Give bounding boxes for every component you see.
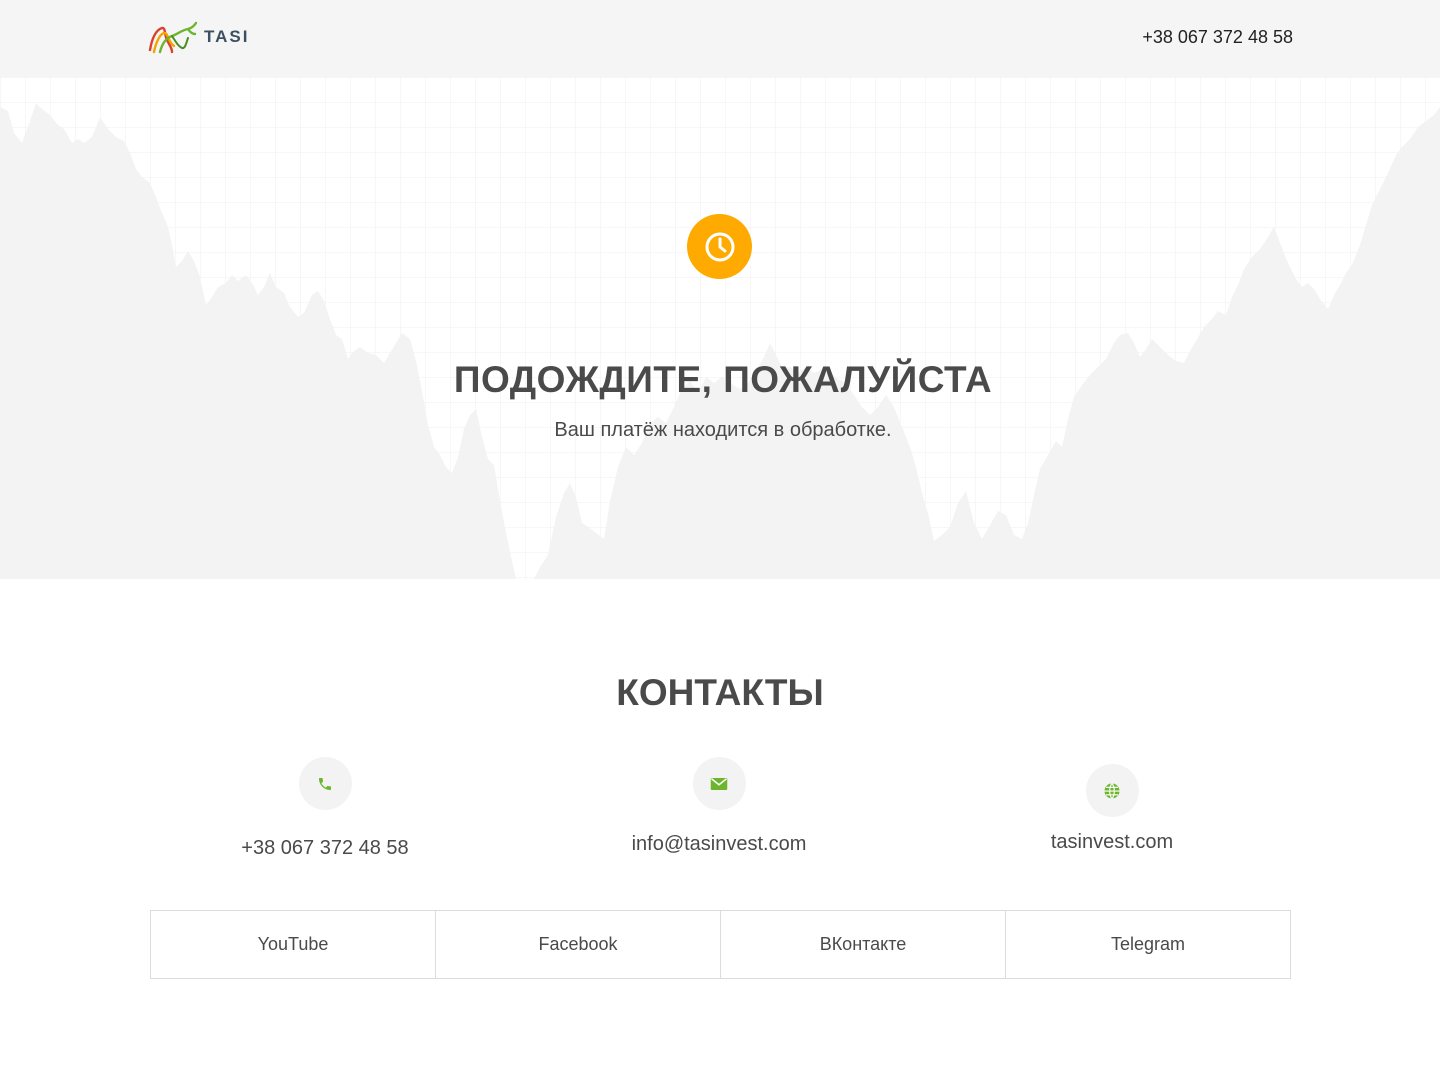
status-hero: ПОДОЖДИТЕ, ПОЖАЛУЙСТА Ваш платёж находит…	[0, 77, 1440, 579]
social-youtube-link[interactable]: YouTube	[151, 911, 436, 978]
contacts-heading: КОНТАКТЫ	[616, 672, 824, 713]
page-title: ПОДОЖДИТЕ, ПОЖАЛУЙСТА	[453, 359, 993, 400]
social-facebook-link[interactable]: Facebook	[436, 911, 721, 978]
mail-icon-circle	[692, 757, 746, 810]
phone-icon-circle	[298, 757, 352, 810]
site-header: TASI +38 067 372 48 58	[0, 0, 1440, 77]
contact-website-link[interactable]: tasinvest.com	[1012, 831, 1212, 854]
globe-icon-circle	[1085, 764, 1139, 817]
bull-logo-icon	[148, 21, 198, 54]
mail-icon	[710, 777, 728, 790]
status-message: Ваш платёж находится в обработке.	[554, 419, 892, 441]
chart-background	[0, 77, 1440, 579]
logo[interactable]: TASI	[148, 20, 249, 54]
header-phone-link[interactable]: +38 067 372 48 58	[1142, 27, 1293, 48]
contact-website: tasinvest.com	[1012, 764, 1212, 854]
social-vkontakte-link[interactable]: ВКонтакте	[721, 911, 1006, 978]
social-links: YouTube Facebook ВКонтакте Telegram	[150, 910, 1291, 979]
pending-status-badge	[687, 214, 752, 279]
contact-phone-link[interactable]: +38 067 372 48 58	[225, 837, 425, 860]
social-telegram-link[interactable]: Telegram	[1006, 911, 1290, 978]
clock-icon	[705, 232, 734, 261]
contact-phone: +38 067 372 48 58	[225, 757, 425, 860]
contact-email-link[interactable]: info@tasinvest.com	[619, 833, 819, 856]
contact-email: info@tasinvest.com	[619, 757, 819, 856]
globe-icon	[1104, 782, 1120, 799]
phone-icon	[319, 777, 331, 790]
logo-text: TASI	[204, 27, 250, 46]
